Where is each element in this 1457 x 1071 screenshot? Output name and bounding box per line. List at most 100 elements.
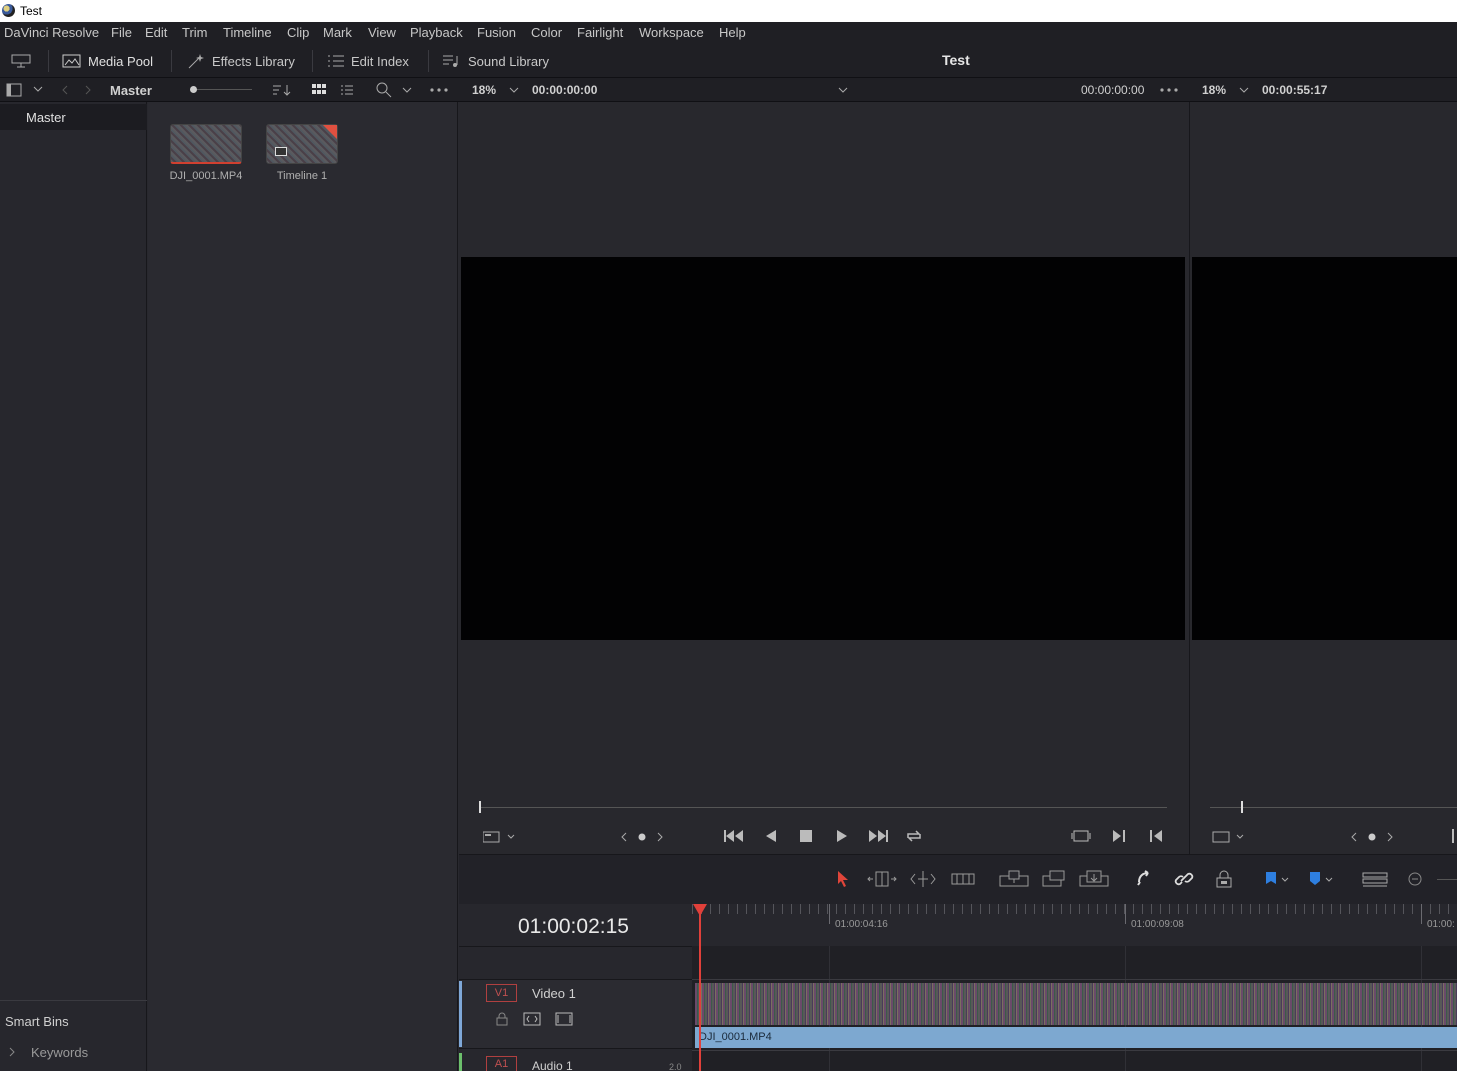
timeline-scrubber[interactable] <box>1210 807 1457 808</box>
menu-timeline[interactable]: Timeline <box>223 25 272 40</box>
toolbar-divider <box>171 50 172 72</box>
thumbnail-size-slider[interactable] <box>188 84 252 96</box>
menu-workspace[interactable]: Workspace <box>639 25 704 40</box>
viewer-mode-icon[interactable] <box>1212 830 1246 844</box>
forward-arrow-icon[interactable] <box>83 84 93 96</box>
timeline-name: Timeline 1 <box>276 170 328 182</box>
track-id-v1[interactable]: V1 <box>486 984 517 1002</box>
video-clip-name: DJI_0001.MP4 <box>699 1031 772 1043</box>
flag-icon[interactable] <box>1264 870 1290 888</box>
menu-playback[interactable]: Playback <box>410 25 463 40</box>
davinci-app-icon <box>2 4 15 17</box>
more-options-icon[interactable] <box>430 88 450 92</box>
chevron-right-icon[interactable] <box>8 1047 16 1057</box>
menu-edit[interactable]: Edit <box>145 25 167 40</box>
menu-fairlight[interactable]: Fairlight <box>577 25 623 40</box>
source-zoom-level[interactable]: 18% <box>472 83 496 97</box>
blade-edit-icon[interactable] <box>951 870 975 888</box>
menu-davinci-resolve[interactable]: DaVinci Resolve <box>4 25 99 40</box>
play-reverse-icon[interactable] <box>765 829 777 843</box>
clip-thumbnail[interactable] <box>170 124 242 164</box>
playhead-handle[interactable] <box>693 904 707 916</box>
video-clip-bar[interactable]: DJI_0001.MP4 <box>695 1027 1457 1048</box>
search-icon[interactable] <box>376 82 392 98</box>
track-id-a1[interactable]: A1 <box>486 1056 517 1071</box>
zoom-out-icon[interactable] <box>1407 870 1423 888</box>
more-options-icon[interactable] <box>1160 88 1180 92</box>
video-clip-thumbnails[interactable] <box>695 983 1457 1025</box>
timeline-icon <box>275 147 287 156</box>
sort-icon[interactable] <box>272 83 292 97</box>
go-to-start-icon[interactable] <box>1452 829 1457 843</box>
sound-library-label: Sound Library <box>468 53 549 69</box>
chevron-down-icon[interactable] <box>33 85 43 93</box>
chevron-down-icon[interactable] <box>838 86 848 94</box>
play-icon[interactable] <box>836 829 848 843</box>
linked-selection-icon[interactable] <box>1174 870 1194 888</box>
mark-in-icon[interactable] <box>1112 829 1126 843</box>
go-to-end-icon[interactable] <box>867 829 889 843</box>
source-scrub-handle[interactable] <box>479 801 481 813</box>
timeline-ruler[interactable]: 01:00:04:16 01:00:09:08 01:00: <box>692 904 1457 946</box>
dynamic-trim-icon[interactable] <box>909 870 937 888</box>
stop-icon[interactable] <box>800 830 812 842</box>
media-pool-button[interactable]: Media Pool <box>62 52 153 70</box>
lock-track-icon[interactable] <box>496 1012 508 1026</box>
menu-fusion[interactable]: Fusion <box>477 25 516 40</box>
auto-select-icon[interactable] <box>523 1012 541 1026</box>
menu-mark[interactable]: Mark <box>323 25 352 40</box>
menu-file[interactable]: File <box>111 25 132 40</box>
mark-out-icon[interactable] <box>1149 829 1163 843</box>
zoom-slider[interactable] <box>1437 879 1457 880</box>
chevron-down-icon[interactable] <box>1239 86 1249 94</box>
menu-color[interactable]: Color <box>531 25 562 40</box>
edit-index-button[interactable]: Edit Index <box>327 52 409 70</box>
match-frame-icon[interactable] <box>1071 829 1091 843</box>
menu-clip[interactable]: Clip <box>287 25 309 40</box>
jog-control-icon[interactable] <box>1351 831 1393 843</box>
menu-trim[interactable]: Trim <box>182 25 208 40</box>
toolbar-divider <box>428 50 429 72</box>
position-lock-icon[interactable] <box>1215 870 1233 888</box>
timeline-video-frame[interactable] <box>1192 257 1457 640</box>
list-view-icon[interactable] <box>340 83 354 97</box>
ruler-major-tick <box>1421 904 1422 924</box>
menu-view[interactable]: View <box>368 25 396 40</box>
divider <box>459 946 692 947</box>
workspace-toggle-icon[interactable] <box>10 52 32 70</box>
track-divider <box>692 979 1457 980</box>
panel-toggle-icon[interactable] <box>6 83 22 97</box>
sound-library-button[interactable]: Sound Library <box>442 52 549 70</box>
source-scrubber[interactable] <box>479 807 1167 808</box>
replace-clip-icon[interactable] <box>1079 870 1109 888</box>
overwrite-clip-icon[interactable] <box>1042 870 1066 888</box>
track-output-icon[interactable] <box>555 1012 573 1026</box>
timeline-scrub-handle[interactable] <box>1241 801 1243 813</box>
ruler-label: 01:00:04:16 <box>835 919 888 930</box>
marker-icon[interactable] <box>1308 870 1334 888</box>
track-name-v1: Video 1 <box>532 986 576 1001</box>
bin-item-master[interactable]: Master <box>0 104 147 130</box>
program-zoom-level[interactable]: 18% <box>1202 83 1226 97</box>
loop-icon[interactable] <box>905 829 923 843</box>
effects-library-button[interactable]: Effects Library <box>186 52 295 70</box>
menu-help[interactable]: Help <box>719 25 746 40</box>
timeline-view-options-icon[interactable] <box>1362 870 1388 888</box>
back-arrow-icon[interactable] <box>60 84 70 96</box>
chevron-down-icon[interactable] <box>509 86 519 94</box>
viewer-mode-icon[interactable] <box>483 830 517 844</box>
smart-bin-keywords[interactable]: Keywords <box>31 1045 88 1060</box>
jog-control-icon[interactable] <box>621 831 663 843</box>
chevron-down-icon[interactable] <box>402 86 412 94</box>
grid-view-icon[interactable] <box>312 83 326 97</box>
timeline-thumbnail[interactable] <box>266 124 338 164</box>
playhead[interactable] <box>699 906 701 1071</box>
snapping-icon[interactable] <box>1135 870 1155 888</box>
toolbar-divider <box>312 50 313 72</box>
selection-mode-icon[interactable] <box>836 870 850 888</box>
trim-edit-mode-icon[interactable] <box>867 870 897 888</box>
go-to-start-icon[interactable] <box>723 829 745 843</box>
source-video-frame[interactable] <box>461 257 1185 640</box>
insert-clip-icon[interactable] <box>999 870 1029 888</box>
media-pool-label: Media Pool <box>88 53 154 69</box>
